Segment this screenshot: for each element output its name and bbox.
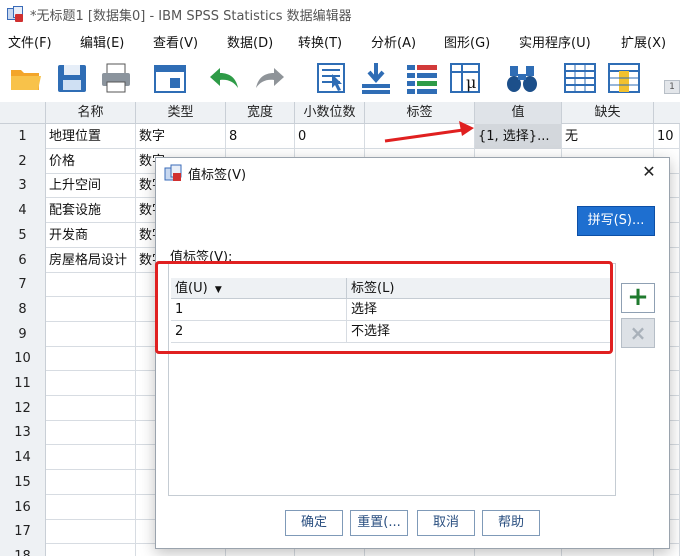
ok-button[interactable]: 确定 [285,510,343,536]
spell-button[interactable]: 拼写(S)... [577,206,655,236]
value-labels-table-header: 值(U) ▼ 标签(L) [171,278,611,299]
table-row[interactable]: 1 选择 [171,299,611,321]
label-cell[interactable]: 选择 [347,299,611,321]
table-row[interactable]: 2 不选择 [171,321,611,343]
label-column-header[interactable]: 标签(L) [347,278,611,299]
value-cell[interactable]: 2 [171,321,347,343]
value-labels-table: 值(U) ▼ 标签(L) 1 选择 2 不选择 [168,263,616,496]
sort-down-icon: ▼ [214,285,222,295]
value-column-header[interactable]: 值(U) ▼ [171,278,347,299]
add-label-button[interactable]: + [621,283,655,313]
arrow-to-values-cell [384,121,474,143]
cancel-button[interactable]: 取消 [417,510,475,536]
dialog-title-bar: 值标签(V) ✕ [156,158,669,188]
value-column-header-label: 值(U) [175,281,208,296]
reset-button[interactable]: 重置(... [350,510,408,536]
close-icon[interactable]: ✕ [639,162,659,182]
value-cell[interactable]: 1 [171,299,347,321]
value-labels-dialog: 值标签(V) ✕ 拼写(S)... 值标签(V): 值(U) ▼ 标签(L) 1… [155,157,670,549]
dialog-title: 值标签(V) [188,167,247,183]
spss-dialog-icon [164,164,182,182]
delete-label-button[interactable]: × [621,318,655,348]
label-cell[interactable]: 不选择 [347,321,611,343]
spss-data-editor-window: *无标题1 [数据集0] - IBM SPSS Statistics 数据编辑器… [0,0,680,556]
help-button[interactable]: 帮助 [482,510,540,536]
